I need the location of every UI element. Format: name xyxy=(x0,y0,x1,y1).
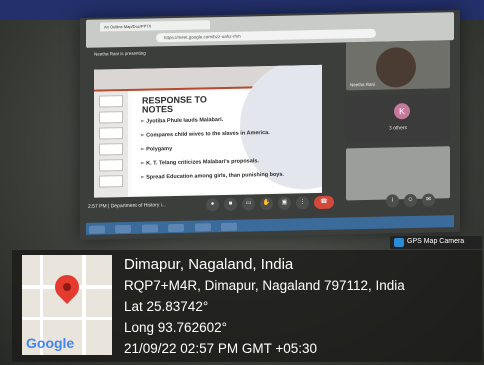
slide-thumb xyxy=(99,143,123,156)
end-call-icon[interactable]: ☎ xyxy=(314,195,334,210)
others-tile[interactable]: K 3 others xyxy=(346,94,450,143)
city-line: Dimapur, Nagaland, India xyxy=(124,256,294,273)
presenter-tile[interactable]: Neetha Rani xyxy=(346,40,450,91)
taskbar-app-icon[interactable] xyxy=(141,224,158,233)
others-label: 3 others xyxy=(388,125,408,132)
bullet-item: Spread Education among girls, than punis… xyxy=(140,171,320,181)
slide-thumb xyxy=(99,175,123,188)
hand-icon[interactable]: ✋ xyxy=(260,196,273,211)
gps-camera-badge: GPS Map Camera xyxy=(390,236,482,249)
slide-thumb xyxy=(99,95,123,108)
presenter-video xyxy=(376,46,416,88)
latitude: Lat 25.83742° xyxy=(124,299,209,314)
slide-thumbnails xyxy=(94,90,128,198)
meeting-info: 2:57 PM | Department of History i... xyxy=(88,202,166,210)
bullet-item: Compares child wives to the slaves in Am… xyxy=(140,129,320,139)
windows-taskbar xyxy=(86,215,454,235)
taskbar-app-icon[interactable] xyxy=(168,223,185,233)
slide-thumb xyxy=(99,111,123,124)
presenter-name: Neetha Rani xyxy=(350,81,376,88)
gps-camera-icon xyxy=(394,238,404,247)
info-icon[interactable]: i xyxy=(386,194,399,208)
bullet-item: Polygamy xyxy=(140,143,320,153)
taskbar-app-icon[interactable] xyxy=(115,224,132,234)
bullet-item: Jyotiba Phule lauds Malabari. xyxy=(140,115,320,125)
address-bar[interactable]: https://meet.google.com/bzz-uahz-rhm xyxy=(156,28,376,43)
slide-title: RESPONSE TO NOTES xyxy=(142,94,207,115)
people-icon[interactable]: ☺ xyxy=(404,193,417,208)
mic-icon[interactable]: ● xyxy=(206,198,219,212)
taskbar-app-icon[interactable] xyxy=(194,223,211,232)
shared-slide: RESPONSE TO NOTES Jyotiba Phule lauds Ma… xyxy=(94,64,322,198)
present-icon[interactable]: ▣ xyxy=(278,196,291,210)
slide-thumb xyxy=(99,159,123,172)
longitude: Long 93.762602° xyxy=(124,320,227,335)
taskbar-app-icon[interactable] xyxy=(221,222,238,232)
location-map: Google xyxy=(22,255,112,355)
google-logo: Google xyxy=(26,335,75,351)
slide-bullets: Jyotiba Phule lauds Malabari. Compares c… xyxy=(140,115,320,189)
location-details: Dimapur, Nagaland, India RQP7+M4R, Dimap… xyxy=(124,256,405,362)
camera-icon[interactable]: ■ xyxy=(224,197,237,211)
gps-badge-label: GPS Map Camera xyxy=(407,238,465,245)
bullet-item: K. T. Telang criticizes Malabari's propo… xyxy=(140,157,320,167)
captions-icon[interactable]: ▭ xyxy=(242,197,255,211)
location-pin-icon xyxy=(50,270,84,304)
photo: An Outline Map/Doc/PPTX https://meet.goo… xyxy=(0,0,484,365)
address-line: RQP7+M4R, Dimapur, Nagaland 797112, Indi… xyxy=(124,278,405,293)
start-icon[interactable] xyxy=(89,225,105,234)
datetime: 21/09/22 02:57 PM GMT +05:30 xyxy=(124,341,318,356)
avatar: K xyxy=(394,103,410,120)
more-icon[interactable]: ⋮ xyxy=(296,196,309,210)
slide-thumb xyxy=(99,127,123,140)
slide-canvas: RESPONSE TO NOTES Jyotiba Phule lauds Ma… xyxy=(132,64,322,195)
browser-tab[interactable]: An Outline Map/Doc/PPTX xyxy=(100,20,210,32)
chat-icon[interactable]: ✉ xyxy=(422,193,435,207)
projected-screen: An Outline Map/Doc/PPTX https://meet.goo… xyxy=(80,10,460,240)
